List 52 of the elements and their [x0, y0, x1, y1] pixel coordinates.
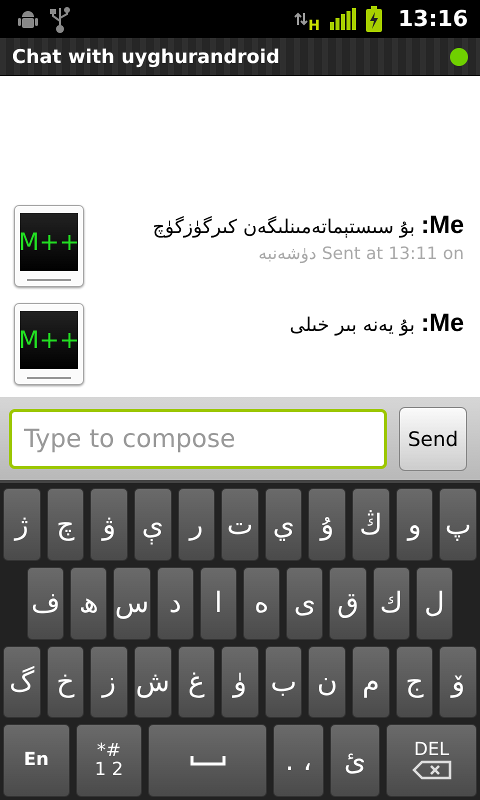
key[interactable]: . ، — [273, 724, 324, 797]
language-key[interactable]: En — [3, 724, 70, 797]
message-timestamp: Sent at 13:11 on دۈشەنبە — [258, 244, 464, 264]
compose-field[interactable]: Type to compose — [9, 408, 387, 468]
avatar-label: M++ — [20, 311, 78, 369]
usb-icon — [50, 5, 70, 33]
battery-charging-icon — [366, 6, 382, 32]
key[interactable]: ۆ — [439, 646, 478, 718]
key[interactable]: و — [396, 488, 434, 561]
symbols-key[interactable]: *# 1 2 — [76, 724, 142, 797]
network-type: H — [308, 18, 320, 34]
signal-icon — [330, 8, 356, 30]
key[interactable]: ل — [416, 566, 454, 640]
space-key[interactable] — [148, 724, 268, 797]
key[interactable]: ە — [243, 566, 280, 640]
window-title: Chat with uyghurandroid — [12, 46, 281, 68]
space-icon — [190, 756, 226, 766]
key[interactable]: ر — [178, 488, 216, 561]
key[interactable]: ق — [329, 566, 367, 640]
key[interactable]: ۈ — [221, 646, 259, 718]
key[interactable]: ك — [372, 566, 410, 640]
key[interactable]: گ — [3, 646, 41, 718]
data-arrows-icon — [294, 12, 308, 26]
key[interactable]: ۋ — [90, 488, 128, 561]
key[interactable]: ھ — [70, 566, 108, 640]
key[interactable]: ت — [221, 488, 259, 561]
key[interactable]: ز — [90, 646, 128, 718]
key[interactable]: ا — [200, 566, 238, 640]
key[interactable]: ژ — [3, 488, 41, 561]
key[interactable]: م — [352, 646, 390, 718]
key[interactable]: ب — [264, 646, 302, 718]
key[interactable]: د — [156, 566, 194, 640]
key[interactable]: پ — [439, 488, 478, 561]
key[interactable]: ج — [396, 646, 434, 718]
key[interactable]: ې — [134, 488, 172, 561]
key[interactable]: ى — [286, 566, 324, 640]
send-button[interactable]: Send — [399, 406, 467, 470]
key[interactable]: ئ — [330, 724, 380, 797]
key[interactable]: ڭ — [352, 488, 390, 561]
key[interactable]: ن — [308, 646, 346, 718]
key[interactable]: خ — [46, 646, 84, 718]
key[interactable]: ۇ — [308, 488, 346, 561]
key[interactable]: چ — [46, 488, 84, 561]
key[interactable]: غ — [178, 646, 216, 718]
key[interactable]: ي — [264, 488, 302, 561]
key[interactable]: ف — [27, 566, 64, 640]
backspace-icon — [412, 760, 452, 780]
key[interactable]: س — [113, 566, 151, 640]
avatar-label: M++ — [20, 213, 78, 271]
clock: 13:16 — [398, 6, 468, 32]
delete-key[interactable]: DEL — [386, 724, 477, 797]
key[interactable]: ش — [134, 646, 172, 718]
